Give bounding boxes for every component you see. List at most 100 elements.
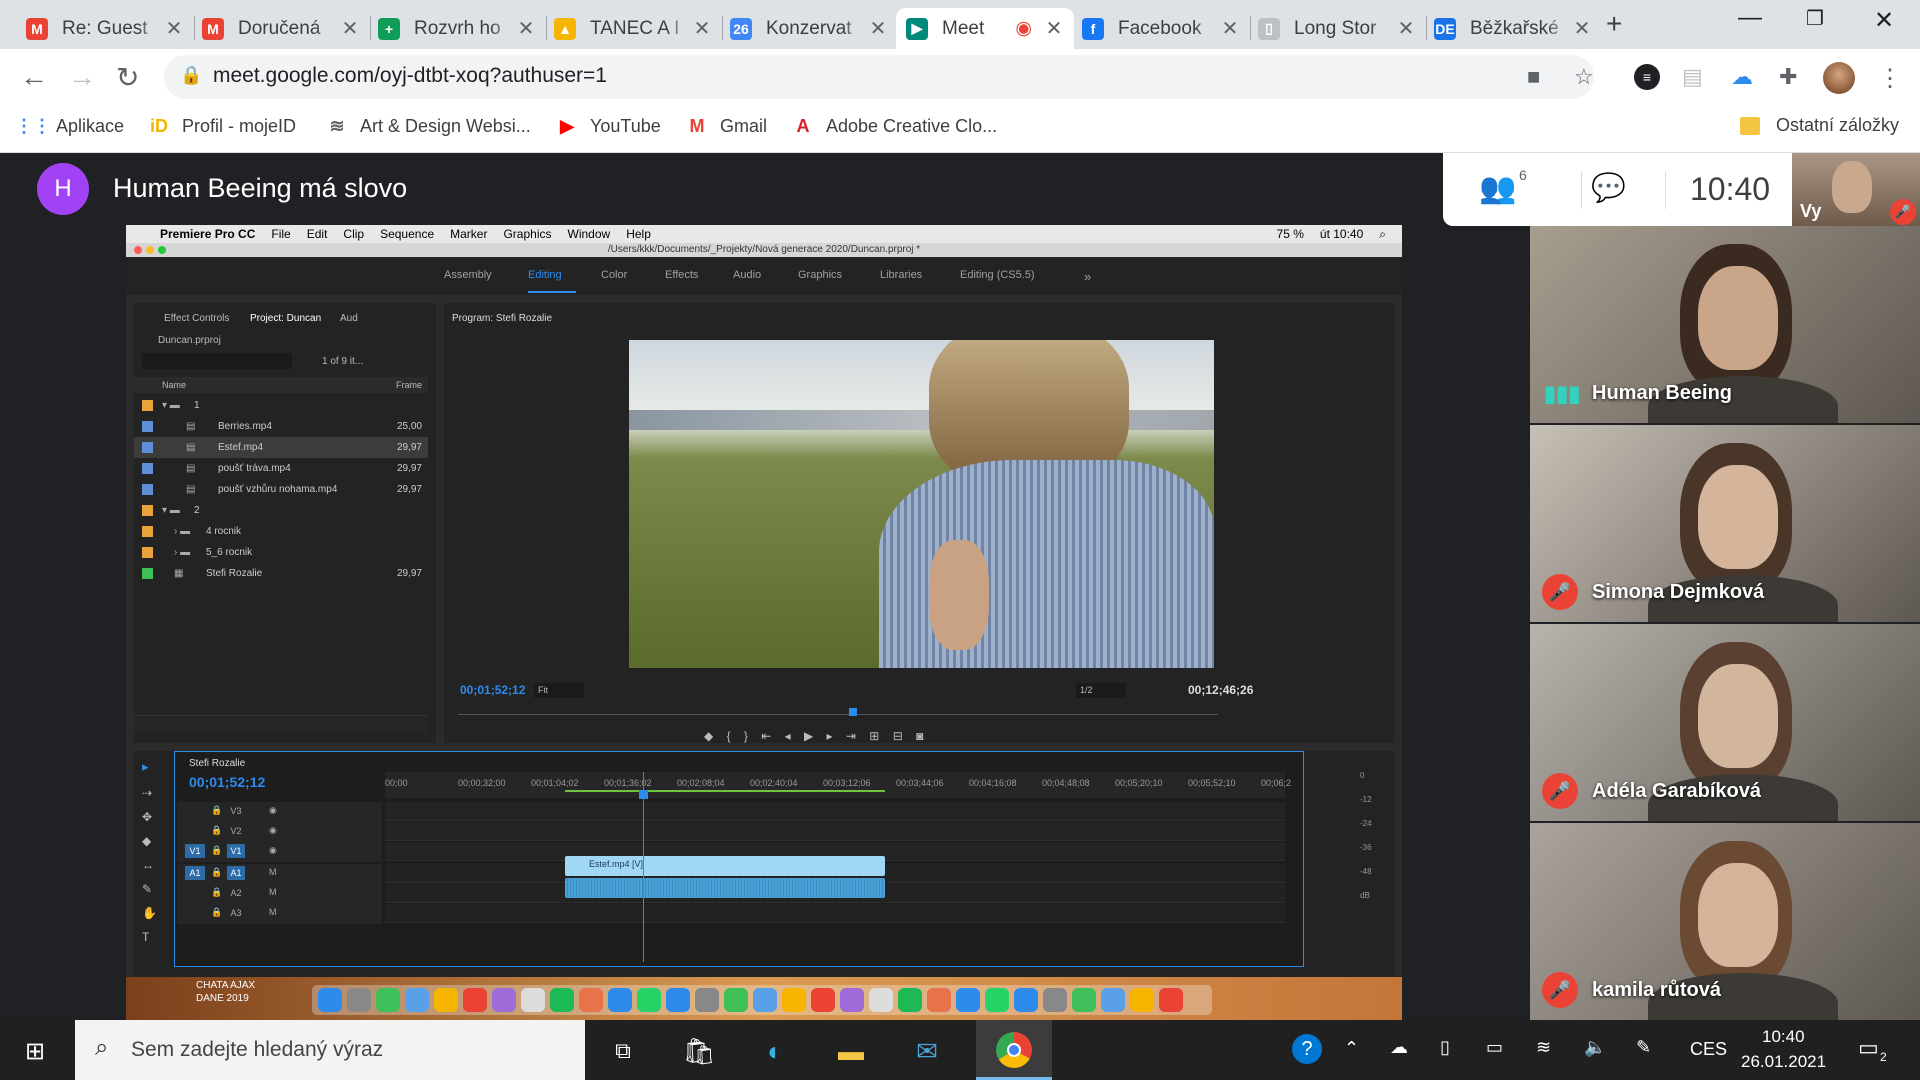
workspace-assembly[interactable]: Assembly [444, 269, 492, 281]
dock-app-icon[interactable] [898, 988, 922, 1012]
spotlight-icon[interactable]: ⌕ [1379, 227, 1386, 242]
dock-app-icon[interactable] [521, 988, 545, 1012]
track-header[interactable]: A1 🔒 A1 M [177, 864, 382, 884]
menu-sequence[interactable]: Sequence [380, 227, 434, 241]
track-name[interactable]: A3 [227, 906, 245, 920]
transport-controls[interactable]: ◆ { } ⇤ ◂ ▶ ▸ ⇥ ⊞ ⊟ ◙ [704, 729, 1004, 743]
workspace-editing[interactable]: Editing [528, 269, 562, 281]
close-window-button[interactable]: ✕ [1874, 6, 1894, 35]
participant-tile[interactable]: ▮▮▮ Human Beeing [1530, 226, 1920, 423]
timeline-playhead[interactable] [643, 772, 644, 962]
onedrive-icon[interactable]: ☁ [1390, 1037, 1408, 1058]
dock-app-icon[interactable] [608, 988, 632, 1012]
dock-app-icon[interactable] [1014, 988, 1038, 1012]
taskbar-date[interactable]: 26.01.2021 [1741, 1052, 1826, 1072]
notifications-icon[interactable]: ▭ [1858, 1035, 1879, 1061]
back-button[interactable]: ← [20, 61, 48, 93]
project-item[interactable]: ▾ ▬ 2 [134, 500, 428, 521]
close-tab-icon[interactable]: ✕ [1572, 16, 1592, 41]
cloud-extension-icon[interactable]: ☁ [1731, 64, 1753, 90]
tab-project[interactable]: Project: Duncan [250, 313, 321, 324]
url-text[interactable]: meet.google.com/oyj-dtbt-xoq?authuser=1 [213, 64, 607, 88]
dock-app-icon[interactable] [1130, 988, 1154, 1012]
workspace-effects[interactable]: Effects [665, 269, 698, 281]
forward-button[interactable]: → [68, 61, 96, 93]
camera-in-use-icon[interactable]: ■ [1527, 64, 1540, 90]
tab-2[interactable]: M Doručená ✕ [192, 8, 370, 49]
pen-icon[interactable]: ✎ [1636, 1037, 1651, 1058]
desktop-file-2[interactable]: DANE 2019 [196, 992, 255, 1005]
file-explorer-icon[interactable]: ▬ [832, 1032, 870, 1070]
track-lock-icon[interactable]: 🔒 [211, 867, 222, 878]
project-item[interactable]: ▤ poušť vzhůru nohama.mp4 29,97 [134, 479, 428, 500]
participant-tile[interactable]: 🎤 Simona Dejmková [1530, 425, 1920, 622]
program-timecode[interactable]: 00;01;52;12 [460, 683, 525, 697]
minimize-button[interactable]: — [1738, 4, 1762, 32]
tab-9[interactable]: DE Běžkařské ✕ [1424, 8, 1602, 49]
tab-audio[interactable]: Aud [340, 313, 358, 324]
bookmark-2[interactable]: iD Profil - mojeID [148, 115, 296, 137]
selection-tool-icon[interactable]: ▸ [142, 759, 149, 775]
menu-file[interactable]: File [271, 227, 290, 241]
track-name[interactable]: A1 [227, 866, 245, 880]
project-item[interactable]: › ▬ 5_6 rocnik [134, 542, 428, 563]
mac-min-dot[interactable] [146, 246, 154, 254]
tab-1[interactable]: M Re: Guest ✕ [16, 8, 194, 49]
bookmark-3[interactable]: ≋ Art & Design Websi... [326, 115, 530, 137]
reload-button[interactable]: ↻ [116, 61, 139, 94]
track-header[interactable]: 🔒 A3 M [177, 904, 382, 924]
bookmark-star-icon[interactable]: ☆ [1574, 64, 1594, 90]
source-patch[interactable]: V1 [185, 844, 205, 858]
workspace-color[interactable]: Color [601, 269, 627, 281]
menu-marker[interactable]: Marker [450, 227, 487, 241]
dock-app-icon[interactable] [840, 988, 864, 1012]
dock-app-icon[interactable] [376, 988, 400, 1012]
project-search-input[interactable] [142, 353, 292, 369]
chrome-taskbar-button[interactable] [976, 1020, 1052, 1080]
track-mute-icon[interactable]: M [269, 887, 277, 897]
project-item[interactable]: ▤ poušť tráva.mp4 29,97 [134, 458, 428, 479]
mail-icon[interactable]: ✉ [908, 1032, 946, 1070]
people-icon[interactable]: 👥 [1479, 171, 1516, 206]
video-clip[interactable]: Estef.mp4 [V] [565, 856, 885, 876]
edge-icon[interactable]: ◐ [756, 1032, 794, 1070]
dock-app-icon[interactable] [1101, 988, 1125, 1012]
dock-app-icon[interactable] [1043, 988, 1067, 1012]
mac-close-dot[interactable] [134, 246, 142, 254]
dock-app-icon[interactable] [347, 988, 371, 1012]
mac-max-dot[interactable] [158, 246, 166, 254]
tab-7[interactable]: f Facebook ✕ [1072, 8, 1250, 49]
participant-tile[interactable]: 🎤 Adéla Garabíková [1530, 624, 1920, 821]
dock-app-icon[interactable] [637, 988, 661, 1012]
menu-app[interactable]: Premiere Pro CC [160, 227, 255, 241]
track-header[interactable]: V1 🔒 V1 ◉ [177, 842, 382, 862]
dock-app-icon[interactable] [579, 988, 603, 1012]
resolution-dropdown[interactable]: 1/2 [1076, 683, 1126, 698]
dock-app-icon[interactable] [550, 988, 574, 1012]
battery-icon[interactable]: ▭ [1486, 1037, 1503, 1058]
tab-4[interactable]: ▲ TANEC A I ✕ [544, 8, 722, 49]
dock-app-icon[interactable] [782, 988, 806, 1012]
dock-app-icon[interactable] [724, 988, 748, 1012]
track-name[interactable]: V3 [227, 804, 245, 818]
close-tab-icon[interactable]: ✕ [1044, 16, 1064, 41]
bookmark-6[interactable]: A Adobe Creative Clo... [792, 115, 998, 137]
track-mute-icon[interactable]: M [269, 867, 277, 877]
timeline-ruler[interactable]: 00;00 00;00;32;00 00;01;04;02 00;01;36;02 00… [385, 772, 1291, 798]
profile-avatar[interactable] [1823, 62, 1855, 94]
tool-column[interactable]: ⇢ ✥ ◆ ↔ ✎ ✋ T [142, 781, 162, 949]
track-name[interactable]: V2 [227, 824, 245, 838]
track-output-icon[interactable]: ◉ [269, 825, 277, 836]
extensions-puzzle-icon[interactable]: ✚ [1779, 64, 1797, 90]
menu-help[interactable]: Help [626, 227, 651, 241]
audio-clip[interactable] [565, 878, 885, 898]
close-tab-icon[interactable]: ✕ [340, 16, 360, 41]
program-playhead[interactable] [849, 708, 857, 716]
dock-app-icon[interactable] [1072, 988, 1096, 1012]
desktop-file-1[interactable]: CHATA AJAX [196, 979, 255, 992]
taskbar-search[interactable]: ⌕ Sem zadejte hledaný výraz [75, 1020, 585, 1080]
dock-app-icon[interactable] [985, 988, 1009, 1012]
dock-app-icon[interactable] [405, 988, 429, 1012]
other-bookmarks[interactable]: Ostatní záložky [1776, 115, 1899, 136]
close-tab-icon[interactable]: ✕ [1396, 16, 1416, 41]
